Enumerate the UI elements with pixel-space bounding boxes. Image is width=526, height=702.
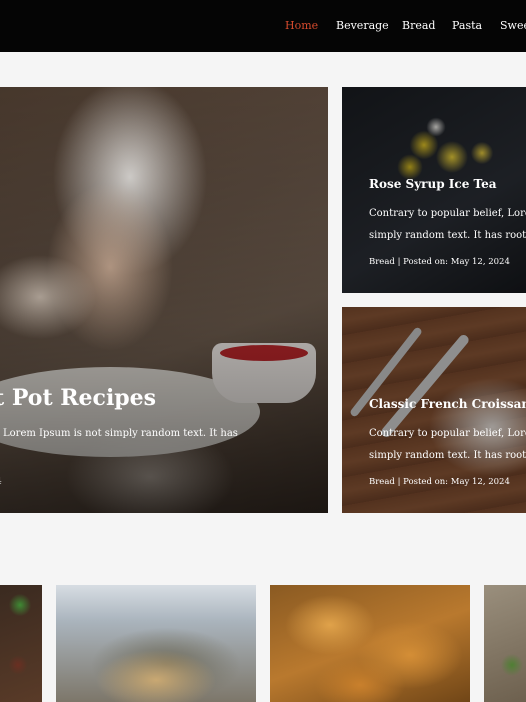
category-link[interactable]: Bread [369,477,395,487]
excerpt-line: Contrary to popular belief, Lore [369,428,526,439]
hero-post-excerpt: Lorem Ipsum is not simply random text. I… [3,428,238,439]
hero-overlay [0,87,328,513]
salad-dish-thumbnail[interactable] [0,585,42,702]
pasta-bowl-thumbnail[interactable] [56,585,256,702]
nav-beverage-link[interactable]: Beverage [336,19,389,32]
excerpt-line: Contrary to popular belief, Lore [369,208,526,219]
nav-sweet-link[interactable]: Sweet [500,19,526,32]
excerpt-line: simply random text. It has roots [369,230,526,241]
post-card-title[interactable]: Classic French Croissant [369,397,526,411]
category-link[interactable]: Bread [369,257,395,267]
nav-home-link[interactable]: Home [285,19,318,32]
nav-bread-link[interactable]: Bread [402,19,435,32]
nav-pasta-link[interactable]: Pasta [452,19,482,32]
top-navigation: Home Beverage Bread Pasta Sweet [0,0,526,52]
garnish-dish-thumbnail[interactable] [484,585,526,702]
post-date: Posted on: May 12, 2024 [403,477,510,487]
hero-post-meta: 4 [0,477,2,487]
post-card-meta: Bread | Posted on: May 12, 2024 [369,257,510,267]
meta-separator: | [397,477,401,487]
post-card-excerpt: Contrary to popular belief, Lore simply … [369,423,526,467]
hero-featured-post[interactable]: t Pot Recipes Lorem Ipsum is not simply … [0,87,328,513]
meta-separator: | [397,257,401,267]
post-card-rose-syrup[interactable]: Rose Syrup Ice Tea Contrary to popular b… [342,87,526,293]
post-card-title[interactable]: Rose Syrup Ice Tea [369,177,497,191]
post-card-french-croissant[interactable]: Classic French Croissant Contrary to pop… [342,307,526,513]
post-card-excerpt: Contrary to popular belief, Lore simply … [369,203,526,247]
post-card-meta: Bread | Posted on: May 12, 2024 [369,477,510,487]
hero-post-title[interactable]: t Pot Recipes [0,385,156,411]
post-date: Posted on: May 12, 2024 [403,257,510,267]
croissants-thumbnail[interactable] [270,585,470,702]
excerpt-line: simply random text. It has roots [369,450,526,461]
